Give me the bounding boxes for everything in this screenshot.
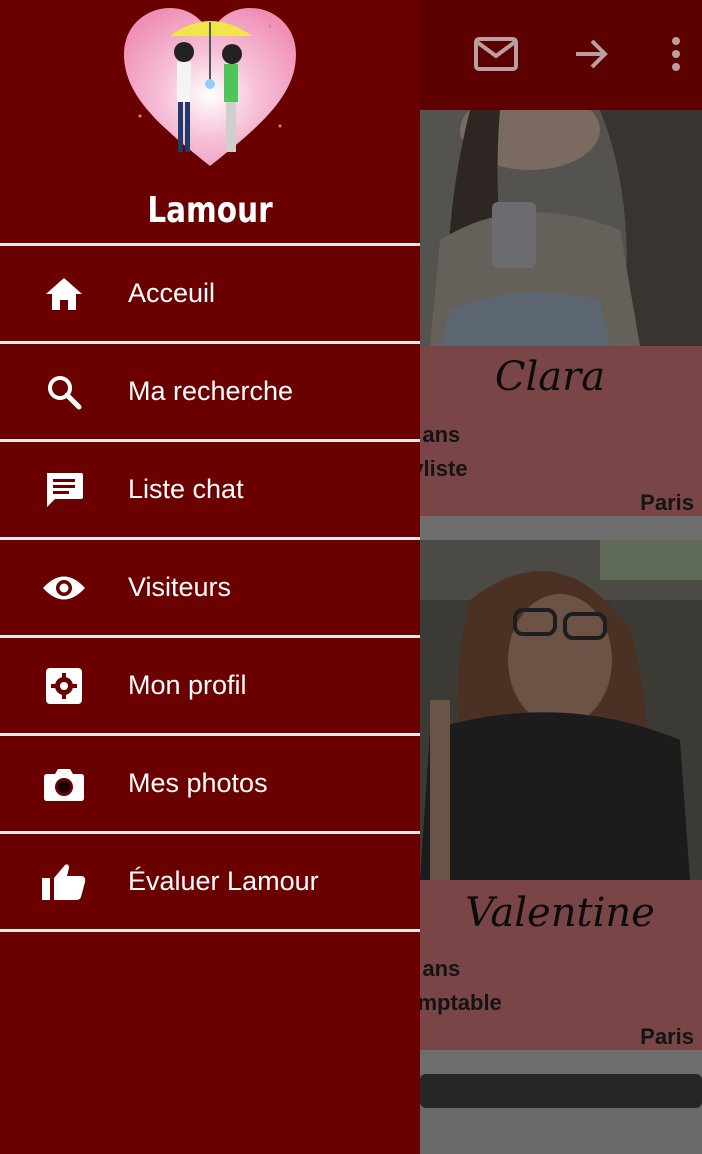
eye-icon	[40, 564, 88, 612]
menu-item-label: Liste chat	[128, 474, 244, 504]
menu-item-visiteurs[interactable]: Visiteurs	[0, 540, 420, 635]
search-icon	[40, 368, 88, 416]
divider	[0, 929, 420, 932]
menu-item-label: Visiteurs	[128, 572, 232, 602]
chat-icon	[40, 466, 88, 514]
menu-item-mon-profil[interactable]: Mon profil	[0, 638, 420, 733]
menu-item-label: Ma recherche	[128, 376, 294, 406]
menu-item-label: Mes photos	[128, 768, 268, 798]
brand-title: Lamour	[147, 190, 273, 231]
camera-icon	[40, 760, 88, 808]
menu-item-label: Évaluer Lamour	[128, 866, 319, 896]
menu-item-evaluer-lamour[interactable]: Évaluer Lamour	[0, 834, 420, 929]
profile-name: Clara	[494, 354, 606, 400]
menu-item-acceuil[interactable]: Acceuil	[0, 246, 420, 341]
profile-city: Paris	[640, 490, 694, 515]
thumb-up-icon	[40, 858, 88, 906]
more-vert-icon[interactable]	[650, 28, 702, 80]
menu-item-mes-photos[interactable]: Mes photos	[0, 736, 420, 831]
settings-box-icon	[40, 662, 88, 710]
menu-item-label: Acceuil	[128, 278, 216, 308]
menu-item-ma-recherche[interactable]: Ma recherche	[0, 344, 420, 439]
navigation-drawer: Lamour Acceuil Ma recherche Liste chat V…	[0, 0, 420, 1154]
lamour-logo	[120, 6, 300, 174]
mail-icon[interactable]	[470, 28, 522, 80]
menu-item-label: Mon profil	[128, 670, 247, 700]
profile-city: Paris	[640, 1024, 694, 1049]
profile-name: Valentine	[465, 890, 655, 936]
home-icon	[40, 270, 88, 318]
arrow-forward-icon[interactable]	[566, 28, 618, 80]
menu-item-liste-chat[interactable]: Liste chat	[0, 442, 420, 537]
